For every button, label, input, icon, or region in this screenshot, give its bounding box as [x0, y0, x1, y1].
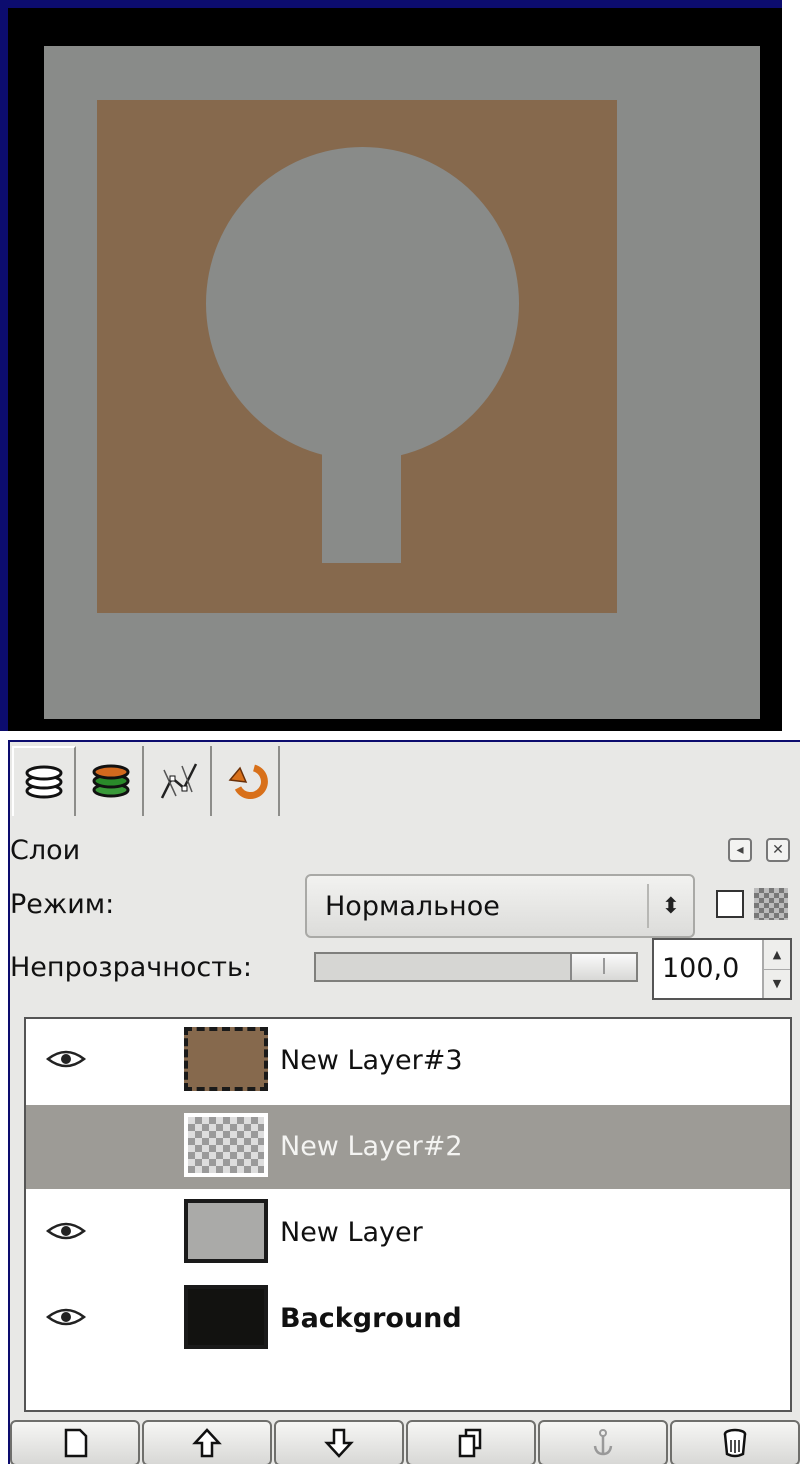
layer-button-bar [10, 1420, 800, 1464]
layer-thumbnail [184, 1113, 268, 1177]
new-layer-button[interactable] [10, 1420, 140, 1464]
duplicate-layer-icon [458, 1428, 482, 1458]
layer-row[interactable]: New Layer#3 [26, 1019, 790, 1103]
eye-icon[interactable] [46, 1047, 86, 1071]
lower-layer-button[interactable] [274, 1420, 404, 1464]
spin-up-icon[interactable]: ▲ [764, 940, 790, 969]
spin-down-icon[interactable]: ▼ [764, 968, 790, 998]
layer-thumbnail [184, 1199, 268, 1263]
channels-icon [92, 764, 130, 798]
eye-icon[interactable] [46, 1305, 86, 1329]
raise-layer-icon [192, 1428, 222, 1458]
mode-select[interactable]: Нормальное ⬍ [305, 874, 695, 938]
menu-arrow-icon[interactable]: ◂ [728, 838, 752, 862]
canvas-circle-shape [206, 147, 519, 460]
canvas-stem-shape [322, 438, 401, 563]
layer-thumbnail [184, 1285, 268, 1349]
mode-select-value: Нормальное [325, 890, 500, 922]
tab-channels[interactable] [80, 746, 144, 816]
layers-list[interactable]: New Layer#3 New Layer#2 New Layer Backgr… [24, 1017, 792, 1412]
mode-label: Режим: [10, 889, 115, 920]
opacity-spinbox[interactable]: 100,0 ▲ ▼ [652, 938, 792, 1000]
opacity-label: Непрозрачность: [10, 952, 252, 983]
tab-undo-history[interactable] [216, 746, 280, 816]
anchor-layer-button[interactable] [538, 1420, 668, 1464]
opacity-value[interactable]: 100,0 [654, 940, 762, 998]
close-icon[interactable]: ✕ [766, 838, 790, 862]
opacity-slider[interactable] [314, 952, 638, 982]
image-canvas[interactable] [0, 0, 782, 731]
layer-name[interactable]: Background [280, 1303, 462, 1334]
lower-layer-icon [324, 1428, 354, 1458]
lock-transparency-checkbox[interactable] [716, 890, 744, 918]
transparency-checker-icon [754, 888, 788, 920]
tab-layers[interactable] [12, 746, 76, 816]
layer-thumbnail [184, 1027, 268, 1091]
opacity-slider-thumb[interactable] [570, 954, 636, 980]
anchor-layer-icon [593, 1429, 613, 1456]
eye-icon[interactable] [46, 1219, 86, 1243]
spin-arrows[interactable]: ▲ ▼ [762, 940, 790, 998]
layer-row[interactable]: New Layer [26, 1191, 790, 1275]
updown-arrows-icon: ⬍ [647, 884, 693, 928]
layers-dock: Слои ◂ ✕ Режим: Нормальное ⬍ Непрозрачно… [8, 740, 800, 1464]
delete-layer-button[interactable] [670, 1420, 800, 1464]
dock-tab-bar [10, 742, 800, 818]
layer-row[interactable]: New Layer#2 [26, 1105, 790, 1189]
layer-name[interactable]: New Layer#2 [280, 1131, 463, 1162]
new-layer-icon [64, 1428, 88, 1458]
tab-paths[interactable] [148, 746, 212, 816]
raise-layer-button[interactable] [142, 1420, 272, 1464]
layer-name[interactable]: New Layer#3 [280, 1045, 463, 1076]
duplicate-layer-button[interactable] [406, 1420, 536, 1464]
paths-icon [160, 763, 198, 799]
panel-header-buttons: ◂ ✕ [728, 838, 790, 862]
panel-title: Слои [10, 835, 81, 866]
delete-layer-icon [723, 1428, 747, 1458]
layer-row[interactable]: Background [26, 1277, 790, 1361]
layer-name[interactable]: New Layer [280, 1217, 423, 1248]
undo-history-icon [228, 764, 268, 800]
layers-icon [25, 765, 63, 799]
